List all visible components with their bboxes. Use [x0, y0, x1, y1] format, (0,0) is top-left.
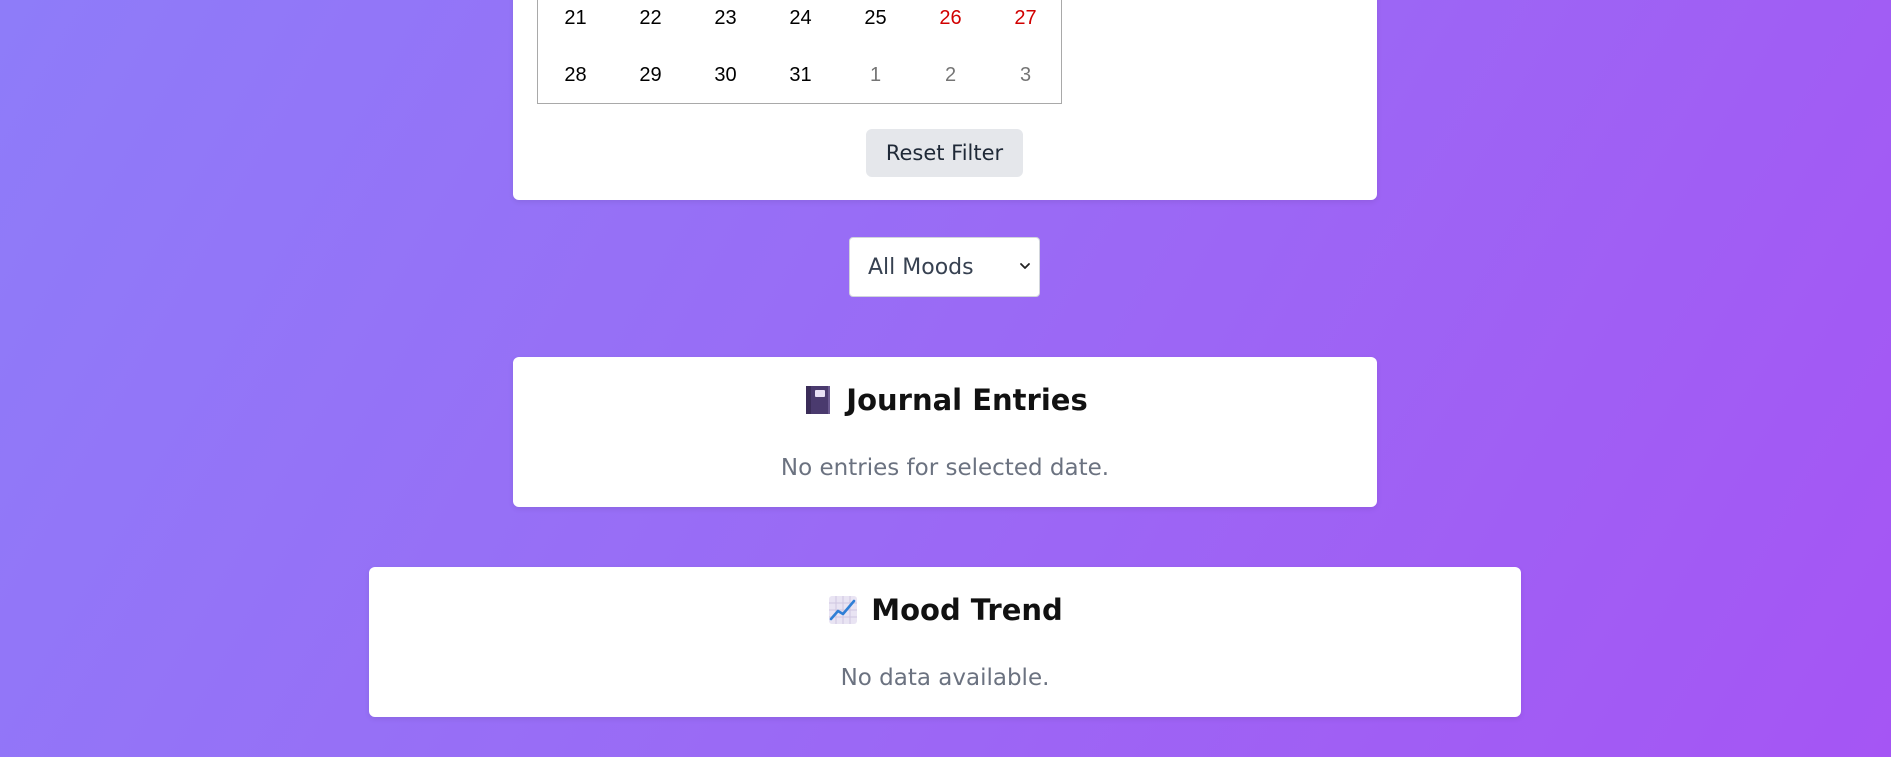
mood-trend-card: Mood Trend No data available. [369, 567, 1521, 717]
journal-entries-title: Journal Entries [846, 383, 1088, 417]
calendar-day-weekend[interactable]: 27 [988, 0, 1063, 38]
journal-entries-heading: Journal Entries [513, 383, 1377, 417]
calendar-day[interactable]: 29 [613, 55, 688, 95]
journal-empty-message: No entries for selected date. [780, 455, 1110, 481]
mood-filter-select[interactable]: All Moods [849, 237, 1040, 297]
calendar-day[interactable]: 22 [613, 0, 688, 38]
mood-trend-empty-message: No data available. [840, 665, 1050, 691]
calendar-day-other-month[interactable]: 1 [838, 55, 913, 95]
calendar-day[interactable]: 23 [688, 0, 763, 38]
calendar-day[interactable]: 21 [538, 0, 613, 38]
calendar-grid: 21 22 23 24 25 26 27 28 29 30 31 1 2 3 [537, 0, 1062, 104]
calendar-day-weekend[interactable]: 26 [913, 0, 988, 38]
calendar-day-other-month[interactable]: 2 [913, 55, 988, 95]
calendar-day[interactable]: 25 [838, 0, 913, 38]
mood-select-value: All Moods [868, 254, 974, 280]
journal-entries-card: Journal Entries No entries for selected … [513, 357, 1377, 507]
calendar-week-row: 21 22 23 24 25 26 27 [538, 0, 1063, 38]
calendar-day[interactable]: 24 [763, 0, 838, 38]
calendar-week-row: 28 29 30 31 1 2 3 [538, 55, 1063, 95]
mood-trend-heading: Mood Trend [369, 593, 1521, 627]
chart-increasing-icon [829, 596, 858, 624]
calendar-day[interactable]: 31 [763, 55, 838, 95]
calendar-card: 21 22 23 24 25 26 27 28 29 30 31 1 2 3 R… [513, 0, 1377, 200]
notebook-icon [806, 386, 831, 414]
mood-trend-title: Mood Trend [871, 593, 1063, 627]
calendar-day[interactable]: 28 [538, 55, 613, 95]
calendar-day-other-month[interactable]: 3 [988, 55, 1063, 95]
calendar-day[interactable]: 30 [688, 55, 763, 95]
chevron-down-icon [1020, 263, 1030, 269]
reset-filter-button[interactable]: Reset Filter [866, 129, 1023, 177]
